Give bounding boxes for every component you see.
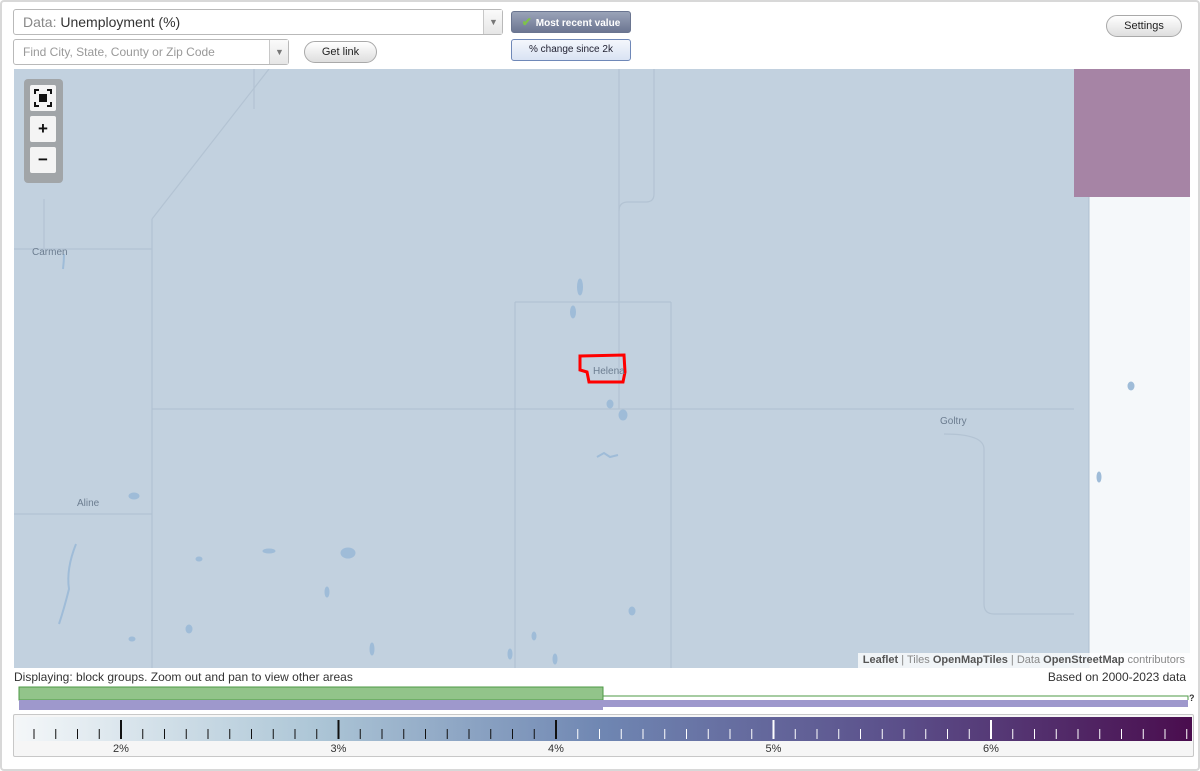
legend-labels: 2% 3% 4% 5% 6% bbox=[113, 743, 999, 755]
place-label-carmen: Carmen bbox=[32, 247, 68, 258]
data-selector[interactable]: Data: Unemployment (%) ▼ bbox=[13, 9, 503, 35]
tiles-prefix: Tiles bbox=[906, 654, 930, 666]
most-recent-value-button[interactable]: ✔ Most recent value bbox=[511, 11, 631, 33]
plus-icon: + bbox=[38, 119, 48, 138]
data-years-text: Based on 2000-2023 data bbox=[1047, 670, 1186, 684]
get-link-button[interactable]: Get link bbox=[304, 41, 377, 63]
location-search[interactable]: ▼ bbox=[13, 39, 289, 65]
histogram-help-marker[interactable]: ? bbox=[1189, 693, 1194, 703]
data-dropdown-button[interactable]: ▼ bbox=[483, 10, 502, 34]
block-group-boundaries bbox=[14, 197, 1090, 668]
place-label-goltry: Goltry bbox=[940, 416, 967, 427]
leaflet-link[interactable]: Leaflet bbox=[863, 654, 898, 666]
zoom-out-button[interactable]: − bbox=[30, 147, 56, 173]
histogram-purple-bar bbox=[19, 700, 603, 710]
legend-gradient bbox=[16, 717, 1192, 741]
settings-button[interactable]: Settings bbox=[1106, 15, 1182, 37]
search-dropdown-button[interactable]: ▼ bbox=[269, 40, 288, 64]
data-selector-value: Unemployment (%) bbox=[60, 14, 181, 30]
minus-icon: − bbox=[38, 150, 48, 169]
checkmark-icon: ✔ bbox=[521, 15, 532, 29]
color-legend: 2% 3% 4% 5% 6% bbox=[16, 717, 1192, 755]
contributors-text: contributors bbox=[1127, 654, 1185, 666]
distribution-histogram: ? bbox=[18, 686, 1194, 710]
legend-label: 2% bbox=[113, 743, 129, 755]
zoom-controls: + − bbox=[24, 79, 63, 183]
openstreetmap-link[interactable]: OpenStreetMap bbox=[1043, 654, 1124, 666]
location-search-input[interactable] bbox=[14, 40, 264, 64]
chevron-down-icon: ▼ bbox=[489, 17, 498, 27]
water-features bbox=[58, 253, 1135, 665]
fullscreen-button[interactable] bbox=[30, 85, 56, 111]
display-level-text: Displaying: block groups. Zoom out and p… bbox=[14, 670, 353, 684]
map-attribution: Leaflet | Tiles OpenMapTiles | Data Open… bbox=[857, 653, 1190, 668]
histogram-green-line bbox=[602, 687, 1189, 700]
histogram-purple-line bbox=[603, 700, 1188, 707]
data-selector-prefix: Data: bbox=[23, 14, 57, 30]
app-frame: Data: Unemployment (%) ▼ ▼ Get link ✔Mos… bbox=[0, 0, 1200, 771]
fullscreen-icon bbox=[34, 89, 52, 107]
openmaptiles-link[interactable]: OpenMapTiles bbox=[933, 654, 1008, 666]
place-label-helena: Helena bbox=[593, 366, 625, 377]
most-recent-value-label: Most recent value bbox=[535, 18, 621, 29]
legend-label: 5% bbox=[766, 743, 782, 755]
chevron-down-icon: ▼ bbox=[275, 47, 284, 57]
histogram-green-bar bbox=[18, 686, 604, 701]
place-label-aline: Aline bbox=[77, 498, 100, 509]
data-prefix: Data bbox=[1016, 654, 1041, 666]
zoom-in-button[interactable]: + bbox=[30, 116, 56, 142]
legend-label: 6% bbox=[983, 743, 999, 755]
percent-change-button[interactable]: % change since 2k bbox=[511, 39, 631, 61]
roads bbox=[14, 69, 1074, 615]
map-canvas[interactable]: Carmen Helena Goltry Aline + − Leaflet |… bbox=[14, 69, 1190, 668]
legend-label: 4% bbox=[548, 743, 564, 755]
high-value-block-group[interactable] bbox=[1074, 69, 1190, 197]
legend-label: 3% bbox=[331, 743, 347, 755]
